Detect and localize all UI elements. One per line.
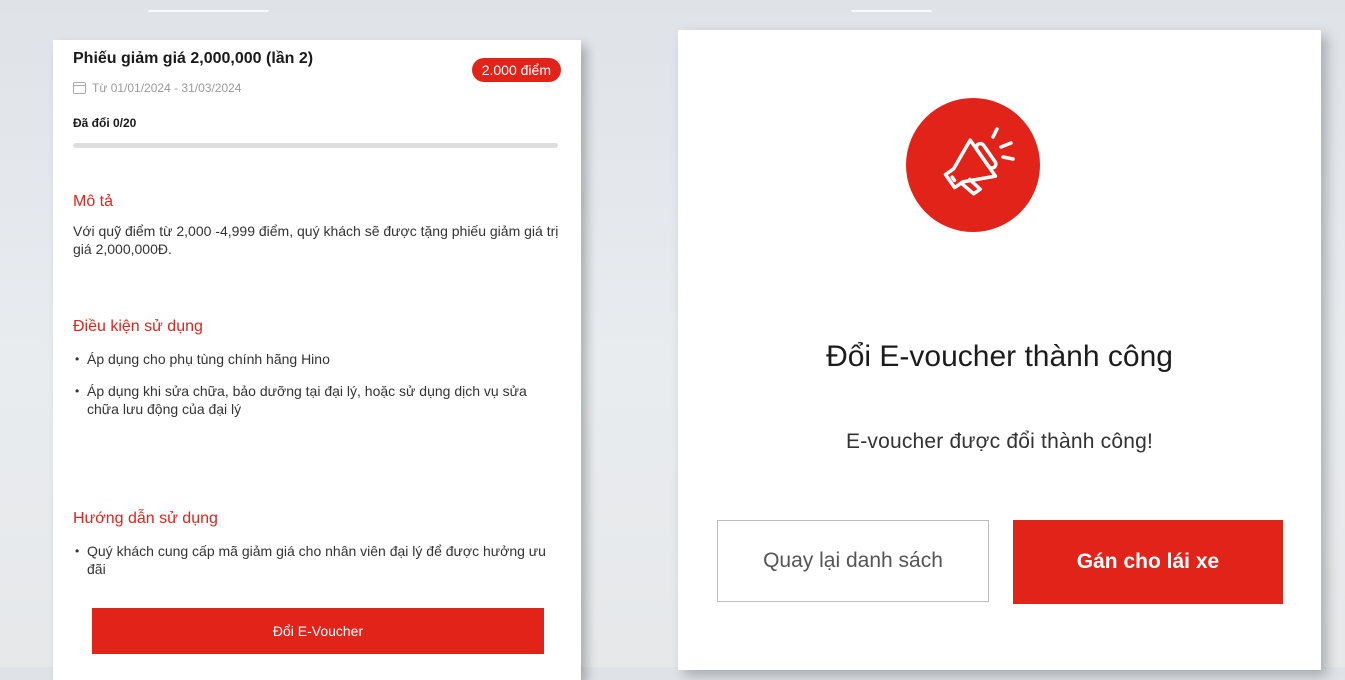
date-range: Từ 01/01/2024 - 31/03/2024 xyxy=(73,81,241,95)
background-decoration xyxy=(147,0,293,12)
description-text: Với quỹ điểm từ 2,000 -4,999 điểm, quý k… xyxy=(73,223,559,257)
voucher-detail-card: Phiếu giảm giá 2,000,000 (lần 2) 2.000 đ… xyxy=(53,40,581,680)
success-message: E-voucher được đổi thành công! xyxy=(845,430,1153,453)
conditions-list: Áp dụng cho phụ tùng chính hãng Hino Áp … xyxy=(73,350,553,432)
instructions-list: Quý khách cung cấp mã giảm giá cho nhân … xyxy=(73,542,553,592)
list-item: Quý khách cung cấp mã giảm giá cho nhân … xyxy=(73,542,553,578)
success-icon-circle xyxy=(906,98,1040,232)
redeem-evoucher-button[interactable]: Đổi E-Voucher xyxy=(92,608,544,654)
background-decoration xyxy=(827,0,933,12)
calendar-icon xyxy=(73,82,86,94)
redeemed-count: Đã đổi 0/20 xyxy=(73,116,137,130)
conditions-title: Điều kiện sử dụng xyxy=(73,318,203,335)
instructions-title: Hướng dẫn sử dụng xyxy=(73,510,218,527)
back-to-list-button[interactable]: Quay lại danh sách xyxy=(717,520,989,602)
success-title: Đổi E-voucher thành công xyxy=(826,340,1173,373)
assign-to-driver-button[interactable]: Gán cho lái xe xyxy=(1013,520,1283,604)
list-item: Áp dụng khi sửa chữa, bảo dưỡng tại đại … xyxy=(73,382,553,418)
list-item: Áp dụng cho phụ tùng chính hãng Hino xyxy=(73,350,553,368)
date-range-text: Từ 01/01/2024 - 31/03/2024 xyxy=(92,81,242,95)
redeem-progress-bar xyxy=(73,143,558,148)
points-badge: 2.000 điểm xyxy=(471,58,561,82)
megaphone-icon xyxy=(943,127,1015,196)
voucher-title: Phiếu giảm giá 2,000,000 (lần 2) xyxy=(73,50,314,67)
description-title: Mô tả xyxy=(73,193,114,210)
success-dialog: Đổi E-voucher thành công E-voucher được … xyxy=(678,30,1321,670)
